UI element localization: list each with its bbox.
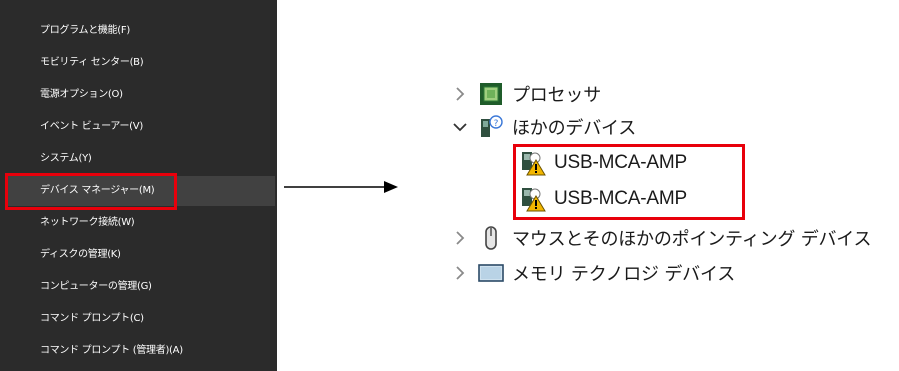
menu-item-label: コンピューターの管理(G) [40, 281, 152, 292]
menu-item-label: ディスクの管理(K) [40, 249, 121, 260]
menu-item-disk-management[interactable]: ディスクの管理(K) [8, 240, 275, 270]
svg-text:?: ? [494, 119, 499, 129]
menu-item-label: モビリティ センター(B) [40, 57, 144, 68]
menu-item-command-prompt[interactable]: コマンド プロンプト(C) [8, 304, 275, 334]
chevron-right-icon[interactable] [450, 263, 470, 283]
chevron-right-icon[interactable] [450, 84, 470, 104]
menu-item-label: コマンド プロンプト(C) [40, 313, 144, 324]
mouse-icon [485, 226, 497, 250]
context-menu: プログラムと機能(F) モビリティ センター(B) 電源オプション(O) イベン… [0, 0, 277, 371]
tree-node-label: プロセッサ [512, 85, 601, 106]
right-arrow-icon [284, 181, 398, 193]
menu-item-command-prompt-admin[interactable]: コマンド プロンプト (管理者)(A) [8, 336, 275, 366]
tree-node-label: マウスとそのほかのポインティング デバイス [512, 229, 872, 250]
menu-item-power-options[interactable]: 電源オプション(O) [8, 80, 275, 110]
menu-item-label: イベント ビューアー(V) [40, 121, 143, 132]
menu-item-system[interactable]: システム(Y) [8, 144, 275, 174]
tree-node-processors[interactable]: プロセッサ [450, 79, 601, 109]
chevron-down-icon[interactable] [450, 117, 470, 137]
menu-item-label: ネットワーク接続(W) [40, 217, 135, 228]
processor-icon [480, 83, 502, 105]
tree-node-other-devices[interactable]: ? ほかのデバイス [450, 112, 636, 142]
tree-node-label: USB-MCA-AMP [554, 152, 687, 173]
menu-item-label: 電源オプション(O) [40, 89, 123, 100]
warning-device-icon [522, 188, 546, 212]
tree-node-label: メモリ テクノロジ デバイス [512, 264, 736, 285]
menu-item-event-viewer[interactable]: イベント ビューアー(V) [8, 112, 275, 142]
unknown-device-icon: ? [481, 115, 503, 137]
menu-item-label: プログラムと機能(F) [40, 25, 130, 36]
tree-node-usb-device[interactable]: USB-MCA-AMP [520, 148, 687, 178]
tree-node-label: ほかのデバイス [512, 118, 637, 139]
tree-node-usb-device[interactable]: USB-MCA-AMP [520, 184, 687, 214]
tree-node-mice[interactable]: マウスとそのほかのポインティング デバイス [450, 223, 872, 253]
menu-item-programs-features[interactable]: プログラムと機能(F) [8, 16, 275, 46]
memory-icon [478, 264, 504, 282]
tree-node-memory[interactable]: メモリ テクノロジ デバイス [450, 258, 735, 288]
menu-item-label: システム(Y) [40, 153, 92, 164]
menu-item-network-connections[interactable]: ネットワーク接続(W) [8, 208, 275, 238]
warning-device-icon [522, 152, 546, 176]
menu-item-mobility-center[interactable]: モビリティ センター(B) [8, 48, 275, 78]
tree-node-label: USB-MCA-AMP [554, 188, 687, 209]
menu-item-label: デバイス マネージャー(M) [40, 185, 155, 196]
menu-item-label: コマンド プロンプト (管理者)(A) [40, 345, 183, 356]
menu-item-computer-management[interactable]: コンピューターの管理(G) [8, 272, 275, 302]
chevron-right-icon[interactable] [450, 228, 470, 248]
menu-item-device-manager[interactable]: デバイス マネージャー(M) [8, 176, 275, 206]
